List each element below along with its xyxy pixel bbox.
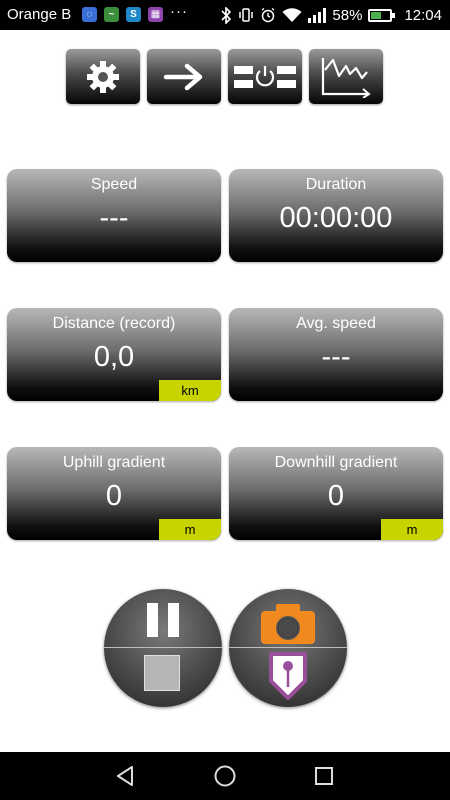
settings-button[interactable] <box>66 49 140 104</box>
stop-button[interactable] <box>104 648 222 707</box>
shield-icon: ◌ <box>82 7 97 22</box>
recents-icon <box>315 767 333 785</box>
arrow-right-icon <box>163 63 203 90</box>
uphill-label: Uphill gradient <box>62 454 166 471</box>
record-control <box>104 589 222 707</box>
power-switch-icon <box>234 65 296 88</box>
uphill-tile[interactable]: Uphill gradient 0 m <box>7 447 221 540</box>
downhill-unit-badge: m <box>381 519 443 540</box>
avg-speed-tile[interactable]: Avg. speed --- <box>229 308 443 401</box>
photo-button[interactable] <box>229 589 347 647</box>
speed-label: Speed <box>90 176 138 193</box>
status-bar: Orange B ◌ ~ S ▦ ··· 58% 12:04 <box>0 0 450 30</box>
uphill-unit-badge: m <box>159 519 221 540</box>
uphill-value: 0 <box>105 480 123 512</box>
puzzle-icon: ▦ <box>148 7 163 22</box>
capture-control <box>229 589 347 707</box>
navigation-bar <box>0 752 450 800</box>
distance-tile[interactable]: Distance (record) 0,0 km <box>7 308 221 401</box>
pause-button[interactable] <box>104 589 222 647</box>
camera-icon <box>261 604 315 644</box>
forward-button[interactable] <box>147 49 221 104</box>
stop-icon <box>144 655 180 691</box>
downhill-value: 0 <box>327 480 345 512</box>
avg-speed-label: Avg. speed <box>296 315 376 332</box>
overflow-dots: ··· <box>170 3 188 20</box>
vibrate-icon <box>239 8 254 22</box>
back-icon <box>117 766 133 786</box>
alarm-icon <box>262 7 275 23</box>
nav-home-button[interactable] <box>195 752 255 800</box>
clock: 12:04 <box>404 6 442 24</box>
duration-value: 00:00:00 <box>279 202 393 234</box>
waypoint-icon <box>269 652 307 700</box>
nav-back-button[interactable] <box>95 752 155 800</box>
display-toggle-button[interactable] <box>228 49 302 104</box>
graph-icon <box>321 57 371 98</box>
distance-label: Distance (record) <box>52 315 176 332</box>
duration-tile[interactable]: Duration 00:00:00 <box>229 169 443 262</box>
s-app-icon: S <box>126 7 141 22</box>
speed-tile[interactable]: Speed --- <box>7 169 221 262</box>
downhill-tile[interactable]: Downhill gradient 0 m <box>229 447 443 540</box>
avg-speed-value: --- <box>321 341 351 373</box>
waypoint-button[interactable] <box>229 648 347 707</box>
wifi-icon <box>282 7 302 22</box>
bluetooth-icon <box>221 6 232 24</box>
chart-button[interactable] <box>309 49 383 104</box>
signal-icon <box>308 7 327 23</box>
nav-recents-button[interactable] <box>294 752 354 800</box>
distance-value: 0,0 <box>93 341 135 373</box>
settings-icon <box>87 60 119 93</box>
distance-unit-badge: km <box>159 380 221 401</box>
activity-icon: ~ <box>104 7 119 22</box>
downhill-label: Downhill gradient <box>274 454 398 471</box>
carrier-name: Orange B <box>7 6 72 23</box>
battery-percent: 58% <box>332 6 363 24</box>
home-icon <box>214 765 236 787</box>
duration-label: Duration <box>305 176 367 193</box>
speed-value: --- <box>99 202 129 234</box>
battery-icon <box>368 8 396 22</box>
